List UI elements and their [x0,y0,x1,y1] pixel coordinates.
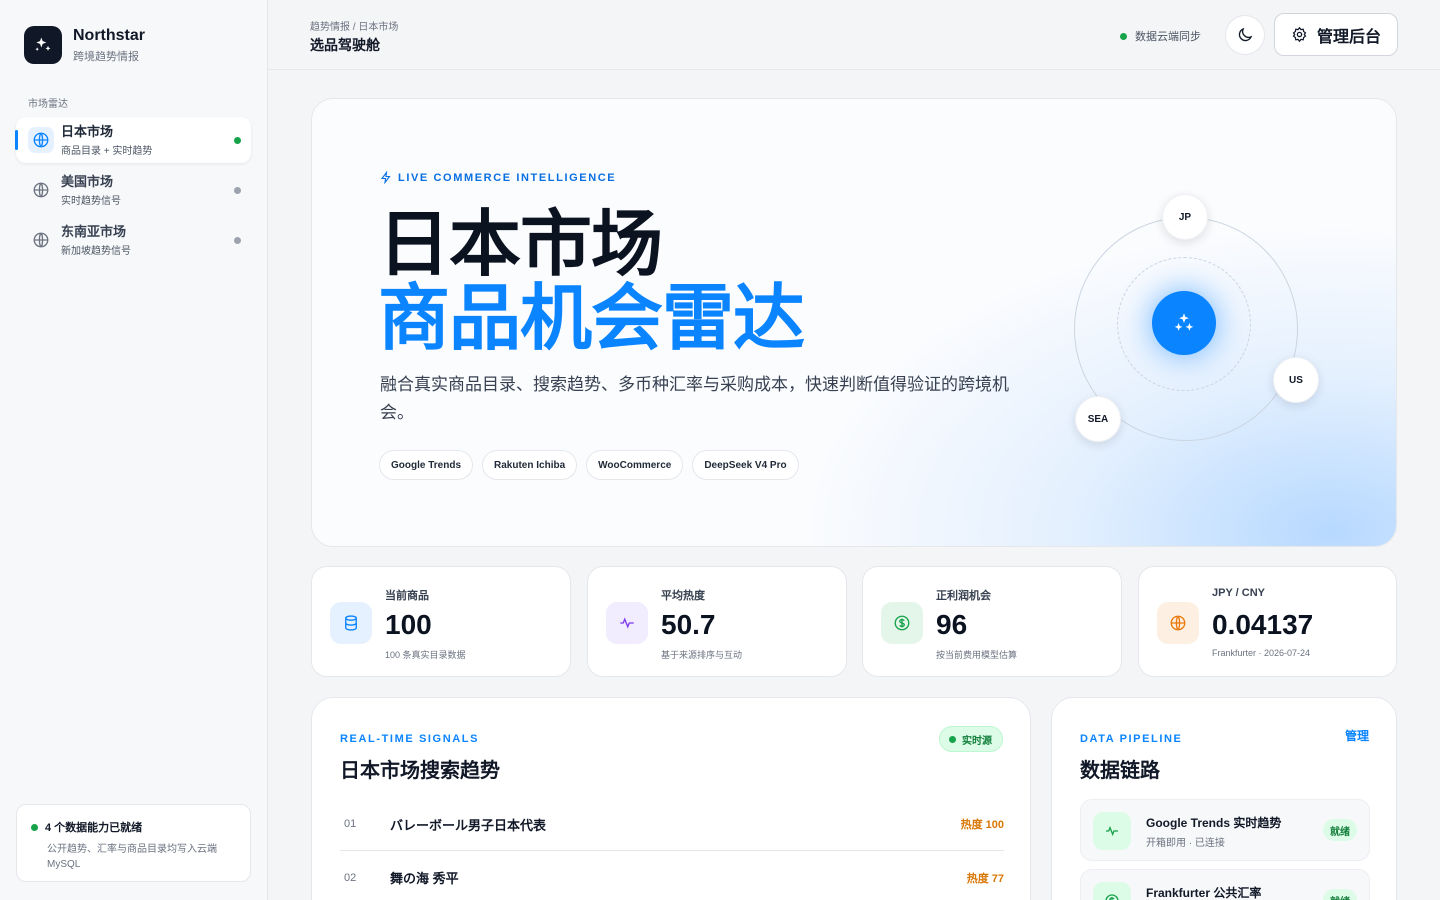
globe-icon [28,227,54,253]
pipeline-panel: DATA PIPELINE 数据链路 管理 Google Trends 实时趋势… [1051,697,1397,900]
stat-note: 100 条真实目录数据 [385,650,466,660]
signals-title: 日本市场搜索趋势 [340,760,500,782]
pipeline-item-desc: 开箱即用 · 已连接 [1146,838,1225,849]
pipeline-item-name: Google Trends 实时趋势 [1146,816,1282,830]
signals-panel: REAL-TIME SIGNALS 日本市场搜索趋势 实时源 01 バレーボール… [311,697,1031,900]
gear-icon [1292,26,1307,43]
sidebar-item-us[interactable]: 美国市场 实时趋势信号 [16,167,251,213]
status-dot [31,823,38,831]
hero-card: LIVE COMMERCE INTELLIGENCE 日本市场 商品机会雷达 融… [311,98,1397,547]
status-title: 4 个数据能力已就绪 [45,822,143,834]
live-source-badge: 实时源 [939,726,1003,752]
stat-value: 100 [385,609,432,640]
sidebar-item-label: 东南亚市场 [61,223,127,239]
hero-kicker: LIVE COMMERCE INTELLIGENCE [380,171,616,184]
status-dot [949,735,956,743]
pulse-icon [1093,812,1131,850]
nav-section-label: 市场雷达 [28,99,68,110]
database-icon [330,602,372,644]
trend-rank: 01 [344,818,357,830]
status-desc: 公开趋势、汇率与商品目录均写入云端 MySQL [47,844,217,870]
stat-card-heat: 平均热度 50.7 基于来源排序与互动 [587,566,847,677]
lightning-icon [380,171,391,184]
trend-heat: 热度 77 [966,872,1004,885]
live-source-label: 实时源 [962,735,992,747]
source-chip[interactable]: Rakuten Ichiba [482,450,578,480]
pipeline-kicker: DATA PIPELINE [1080,733,1183,745]
status-dot [1120,32,1127,40]
moon-icon [1238,27,1253,42]
sparkles-icon [24,26,62,64]
hero-title-line1: 日本市场 [378,205,663,285]
brand-name: Northstar [73,27,146,44]
stat-label: JPY / CNY [1212,587,1265,599]
status-dot [234,187,241,194]
source-chip[interactable]: DeepSeek V4 Pro [692,450,799,480]
brand-subtitle: 跨境趋势情报 [73,51,139,63]
trend-row[interactable]: 02 舞の海 秀平 热度 77 [340,851,1004,900]
status-dot [234,237,241,244]
trend-name: 舞の海 秀平 [390,871,459,886]
status-dot [234,137,241,144]
sidebar-item-desc: 新加坡趋势信号 [61,245,131,257]
source-chips: Google Trends Rakuten Ichiba WooCommerce… [379,450,808,480]
sidebar-item-label: 美国市场 [61,173,114,189]
sidebar-item-desc: 实时趋势信号 [61,195,121,207]
orbit-node-sea[interactable]: SEA [1075,396,1121,442]
sync-label: 数据云端同步 [1135,31,1201,43]
stat-note: Frankfurter · 2026-07-24 [1212,648,1311,658]
stat-card-profit: 正利润机会 96 按当前费用模型估算 [862,566,1122,677]
hero-kicker-text: LIVE COMMERCE INTELLIGENCE [398,171,617,184]
sidebar-item-label: 日本市场 [61,123,114,139]
sidebar-item-japan[interactable]: 日本市场 商品目录 + 实时趋势 [15,117,251,163]
signals-kicker: REAL-TIME SIGNALS [340,733,480,745]
hero-title-line2: 商品机会雷达 [378,279,805,359]
theme-toggle-button[interactable] [1225,15,1265,55]
trend-rank: 02 [344,871,357,884]
admin-button-label: 管理后台 [1316,28,1381,46]
globe-icon [28,177,54,203]
stat-value: 96 [936,609,968,640]
pipeline-status-badge: 就绪 [1323,889,1357,900]
page-title: 选品驾驶舱 [310,37,380,53]
topbar: 趋势情报 / 日本市场 选品驾驶舱 数据云端同步 管理后台 [268,0,1440,70]
pipeline-item[interactable]: Google Trends 实时趋势 开箱即用 · 已连接 就绪 [1080,799,1370,861]
trend-name: バレーボール男子日本代表 [390,817,547,833]
stat-label: 正利润机会 [936,590,991,602]
stat-label: 当前商品 [385,590,429,602]
stat-value: 0.04137 [1212,609,1314,640]
brand[interactable]: Northstar 跨境趋势情报 [24,26,145,64]
pipeline-manage-link[interactable]: 管理 [1345,727,1369,744]
stat-card-fx: JPY / CNY 0.04137 Frankfurter · 2026-07-… [1138,566,1397,677]
source-chip[interactable]: WooCommerce [586,450,684,480]
stat-label: 平均热度 [661,590,705,602]
pulse-icon [606,602,648,644]
stat-value: 50.7 [661,609,716,640]
stat-note: 按当前费用模型估算 [936,650,1018,660]
stat-card-products: 当前商品 100 100 条真实目录数据 [311,566,571,677]
sidebar-item-desc: 商品目录 + 实时趋势 [61,145,153,157]
sparkles-icon [1152,291,1216,355]
orbit-node-jp[interactable]: JP [1162,194,1208,240]
dollar-icon [1093,882,1131,900]
hero-description: 融合真实商品目录、搜索趋势、多币种汇率与采购成本，快速判断值得验证的跨境机会。 [380,375,1009,422]
sidebar-item-sea[interactable]: 东南亚市场 新加坡趋势信号 [16,217,251,263]
admin-button[interactable]: 管理后台 [1274,13,1398,56]
globe-icon [1157,602,1199,644]
pipeline-title: 数据链路 [1080,760,1160,782]
sidebar: Northstar 跨境趋势情报 市场雷达 日本市场 商品目录 + 实时趋势 美… [0,0,268,900]
orbit-node-us[interactable]: US [1273,357,1319,403]
pipeline-item-name: Frankfurter 公共汇率 [1146,886,1262,900]
pipeline-item[interactable]: Frankfurter 公共汇率 就绪 [1080,869,1370,900]
trend-row[interactable]: 01 バレーボール男子日本代表 热度 100 [340,798,1004,851]
stat-note: 基于来源排序与互动 [661,650,743,660]
sync-status: 数据云端同步 [1120,28,1201,44]
capability-status-card: 4 个数据能力已就绪 公开趋势、汇率与商品目录均写入云端 MySQL [16,804,251,882]
globe-icon [28,127,54,153]
breadcrumb[interactable]: 趋势情报 / 日本市场 [310,18,398,33]
trend-heat: 热度 100 [960,819,1004,831]
pipeline-status-badge: 就绪 [1323,819,1357,841]
source-chip[interactable]: Google Trends [379,450,474,480]
dollar-icon [881,602,923,644]
